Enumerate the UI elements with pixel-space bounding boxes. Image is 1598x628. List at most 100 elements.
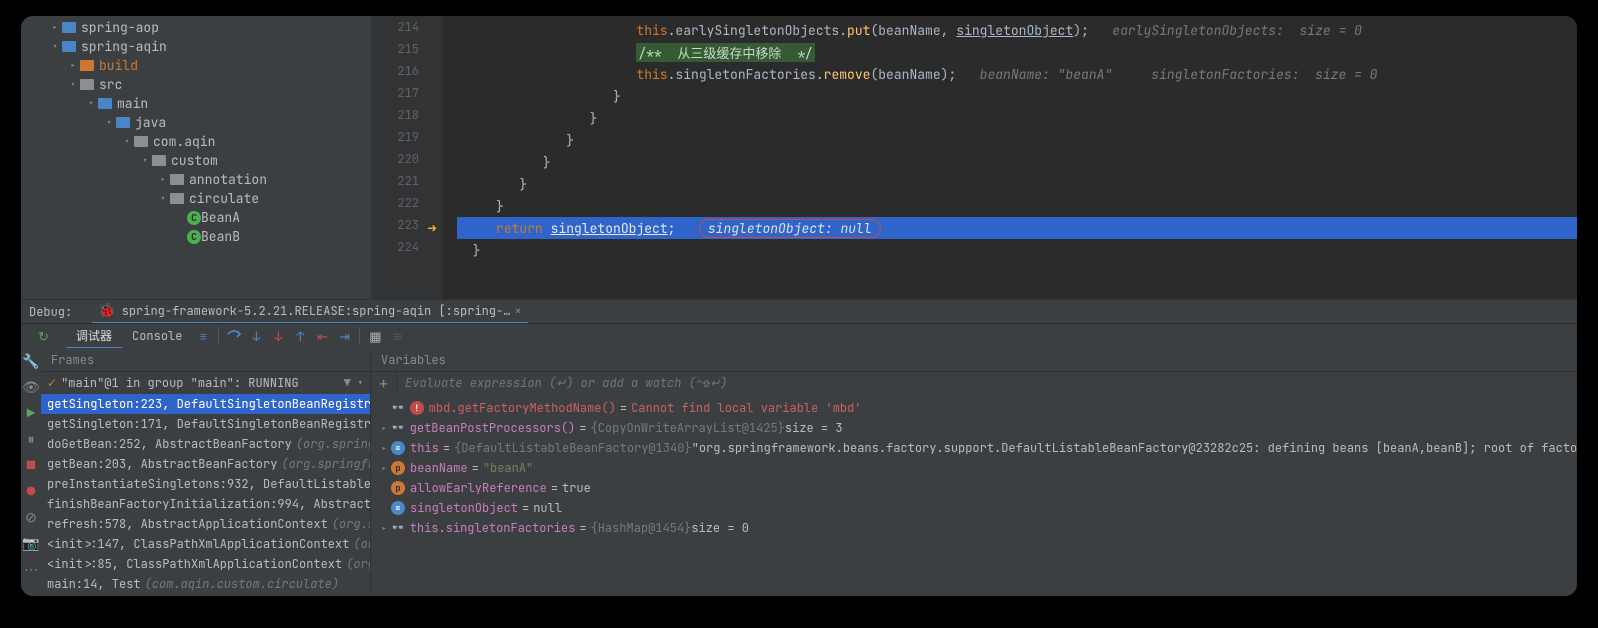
project-tree[interactable]: spring-aop spring-aqin build src main ja… [21,16,371,299]
tree-item-main[interactable]: main [21,94,371,113]
stack-frame[interactable]: finishBeanFactoryInitialization:994, Abs… [41,494,370,514]
chevron-down-icon[interactable] [157,192,169,205]
tree-item-BeanA[interactable]: C BeanA [21,208,371,227]
code-line[interactable]: } [457,151,1577,173]
var-row[interactable]: 👓!mbd.getFactoryMethodName()=Cannot find… [377,398,1577,418]
tree-item-spring-aop[interactable]: spring-aop [21,18,371,37]
chevron-right-icon[interactable] [377,462,391,475]
var-row[interactable]: ≡this={DefaultListableBeanFactory@1340} … [377,438,1577,458]
tree-item-spring-aqin[interactable]: spring-aqin [21,37,371,56]
threads-button[interactable]: ≡ [192,325,214,347]
var-row[interactable]: pbeanName="beanA" [377,458,1577,478]
code-line[interactable]: } [457,173,1577,195]
stack-frame[interactable]: <init>:85, ClassPathXmlApplicationContex… [41,554,370,574]
stack-frame[interactable]: getSingleton:171, DefaultSingletonBeanRe… [41,414,370,434]
add-watch-button[interactable]: + [371,372,397,394]
stack-frame[interactable]: doGetBean:252, AbstractBeanFactory(org.s… [41,434,370,454]
step-over-button[interactable] [223,325,245,347]
code-line[interactable]: this.earlySingletonObjects.put(beanName,… [457,19,1577,41]
tree-label: com.aqin [153,133,215,150]
tree-item-BeanB[interactable]: C BeanB [21,227,371,246]
resume-button[interactable]: ▶ [21,404,41,424]
tree-item-java[interactable]: java [21,113,371,132]
watch-icon: 👓 [391,401,405,415]
chevron-down-icon[interactable] [67,78,79,91]
code-editor[interactable]: 214 215 216 217 218 219 220 221 222 223 … [371,16,1577,299]
rerun-button[interactable]: ↻ [33,325,55,347]
tree-item-com-aqin[interactable]: com.aqin [21,132,371,151]
filter-icon[interactable]: ▼ [344,375,351,391]
thread-name: "main"@1 in group "main": RUNNING [61,375,299,391]
evaluate-button[interactable]: ▦ [364,325,386,347]
debug-runconfig-tab[interactable]: 🐞 spring-framework-5.2.21.RELEASE:spring… [92,300,527,324]
chevron-right-icon[interactable] [377,442,391,455]
error-icon: ! [410,401,424,415]
tree-item-annotation[interactable]: annotation [21,170,371,189]
tree-item-circulate[interactable]: circulate [21,189,371,208]
code-line[interactable]: } [457,195,1577,217]
more-button[interactable]: ⋯ [21,560,41,580]
stack-frame[interactable]: getSingleton:223, DefaultSingletonBeanRe… [41,394,370,414]
stack-frame[interactable]: getBean:203, AbstractBeanFactory(org.spr… [41,454,370,474]
chevron-down-icon[interactable] [49,40,61,53]
tree-label: circulate [189,190,259,207]
chevron-right-icon[interactable] [49,21,61,34]
line-number: 215 [371,41,441,63]
code-line[interactable]: } [457,85,1577,107]
var-row[interactable]: pallowEarlyReference=true [377,478,1577,498]
force-step-into-button[interactable]: ↓ [267,325,289,347]
pause-button[interactable]: ⏸ [21,430,41,450]
mute-breakpoints-button[interactable]: ⊘ [21,508,41,528]
step-out-button[interactable]: ↑ [289,325,311,347]
code-line[interactable]: } [457,129,1577,151]
stop-button[interactable]: ■ [21,456,41,476]
run-to-cursor-button[interactable]: ⇥ [333,325,355,347]
var-row[interactable]: 👓this.singletonFactories={HashMap@1454} … [377,518,1577,538]
stack-frame[interactable]: main:14, Test(com.aqin.custom.circulate) [41,574,370,594]
gutter: 214 215 216 217 218 219 220 221 222 223 … [371,16,441,299]
evaluate-input[interactable] [397,375,1577,391]
code-line[interactable]: } [457,107,1577,129]
camera-icon[interactable]: 📷 [21,534,41,554]
chevron-right-icon[interactable] [377,422,391,435]
drop-frame-button[interactable]: ⇤ [311,325,333,347]
tab-debugger[interactable]: 调试器 [66,324,122,349]
frames-list[interactable]: getSingleton:223, DefaultSingletonBeanRe… [41,394,370,596]
stack-frame[interactable]: <init>:147, ClassPathXmlApplicationConte… [41,534,370,554]
chevron-right-icon[interactable] [157,173,169,186]
stack-frame[interactable]: refresh:578, AbstractApplicationContext(… [41,514,370,534]
chevron-right-icon[interactable] [377,522,391,535]
code-area[interactable]: this.earlySingletonObjects.put(beanName,… [457,16,1577,299]
variables-list[interactable]: 👓!mbd.getFactoryMethodName()=Cannot find… [371,394,1577,596]
line-number: 223 [371,217,441,239]
var-row[interactable]: 👓getBeanPostProcessors()={CopyOnWriteArr… [377,418,1577,438]
chevron-down-icon[interactable] [103,116,115,129]
fold-gutter[interactable] [441,16,457,299]
inline-hint: earlySingletonObjects: size = 0 [1112,22,1362,39]
step-into-button[interactable]: ↓ [245,325,267,347]
code-line[interactable]: /** 从三级缓存中移除 */ [457,41,1577,63]
var-row[interactable]: ≡singletonObject=null [377,498,1577,518]
code-line[interactable]: } [457,239,1577,261]
stack-frame[interactable]: preInstantiateSingletons:932, DefaultLis… [41,474,370,494]
tree-item-src[interactable]: src [21,75,371,94]
chevron-down-icon[interactable] [85,97,97,110]
show-button[interactable]: 👁 [21,378,41,398]
module-icon [61,20,77,36]
settings-button[interactable]: 🔧 [21,352,41,372]
tab-console[interactable]: Console [122,324,192,349]
close-icon[interactable]: × [514,303,521,319]
chevron-down-icon[interactable] [121,135,133,148]
dropdown-icon[interactable]: ▾ [357,375,364,391]
thread-selector[interactable]: ✓ "main"@1 in group "main": RUNNING ▼ ▾ [41,372,370,394]
breakpoints-button[interactable]: ● [21,482,41,502]
chevron-down-icon[interactable] [139,154,151,167]
tree-item-custom[interactable]: custom [21,151,371,170]
tree-label: spring-aop [81,19,159,36]
execution-line[interactable]: return singletonObject; singletonObject:… [457,217,1577,239]
chevron-right-icon[interactable] [67,59,79,72]
tree-item-build[interactable]: build [21,56,371,75]
code-line[interactable]: this.singletonFactories.remove(beanName)… [457,63,1577,85]
frames-header: Frames [41,348,370,372]
inline-hint: beanName: "beanA" [980,66,1113,83]
